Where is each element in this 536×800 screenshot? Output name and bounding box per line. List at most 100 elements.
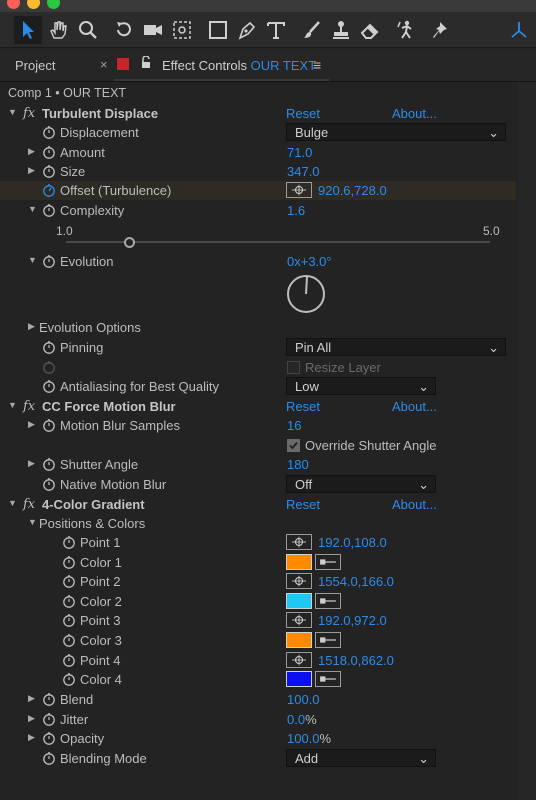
blend-value[interactable]: 100.0 xyxy=(287,692,320,707)
expand-triangle-icon[interactable]: ▶ xyxy=(28,419,35,430)
stopwatch-icon[interactable] xyxy=(42,145,56,159)
expand-triangle-icon[interactable]: ▶ xyxy=(28,146,35,157)
samples-value[interactable]: 16 xyxy=(287,418,301,433)
jitter-value[interactable]: 0.0% xyxy=(287,712,317,727)
expand-triangle-icon[interactable]: ▶ xyxy=(28,693,35,704)
reset-link[interactable]: Reset xyxy=(286,106,320,121)
roto-brush-tool-icon[interactable] xyxy=(392,16,420,44)
zoom-window-button[interactable] xyxy=(47,0,60,9)
offset-value[interactable]: 920.6,728.0 xyxy=(318,183,387,198)
about-link[interactable]: About... xyxy=(392,106,437,121)
stopwatch-icon[interactable] xyxy=(42,477,56,491)
stopwatch-icon[interactable] xyxy=(42,379,56,393)
puppet-pin-tool-icon[interactable] xyxy=(426,16,454,44)
stopwatch-icon[interactable] xyxy=(42,751,56,765)
fx-toggle-icon[interactable]: fx xyxy=(23,497,35,512)
about-link[interactable]: About... xyxy=(392,399,437,414)
tab-project[interactable]: Project xyxy=(15,58,55,73)
eyedropper-icon[interactable] xyxy=(315,632,341,648)
expand-triangle-icon[interactable]: ▶ xyxy=(28,732,35,743)
stopwatch-icon[interactable] xyxy=(62,594,76,608)
stopwatch-icon[interactable] xyxy=(42,712,56,726)
stopwatch-icon[interactable] xyxy=(42,164,56,178)
lock-icon[interactable] xyxy=(141,55,151,72)
stopwatch-icon[interactable] xyxy=(42,203,56,217)
stopwatch-icon[interactable] xyxy=(62,633,76,647)
color-swatch[interactable] xyxy=(286,671,312,687)
size-value[interactable]: 347.0 xyxy=(287,164,320,179)
stopwatch-icon[interactable] xyxy=(62,555,76,569)
close-tab-icon[interactable]: × xyxy=(100,57,108,72)
zoom-tool-icon[interactable] xyxy=(74,16,102,44)
eraser-tool-icon[interactable] xyxy=(356,16,384,44)
stopwatch-icon[interactable] xyxy=(62,672,76,686)
stopwatch-icon[interactable] xyxy=(42,254,56,268)
stopwatch-icon[interactable] xyxy=(42,731,56,745)
effect-4-color-gradient[interactable]: ▼ fx 4-Color Gradient Reset About... xyxy=(0,495,516,514)
stopwatch-icon[interactable] xyxy=(62,535,76,549)
antialiasing-dropdown[interactable]: Low ⌄ xyxy=(286,377,436,395)
color-swatch[interactable] xyxy=(286,554,312,570)
stopwatch-icon[interactable] xyxy=(42,125,56,139)
color-swatch[interactable] xyxy=(286,632,312,648)
stopwatch-icon[interactable] xyxy=(42,418,56,432)
fx-toggle-icon[interactable]: fx xyxy=(23,106,35,121)
workspace-icon[interactable] xyxy=(505,16,533,44)
point-crosshair-icon[interactable] xyxy=(286,612,312,628)
override-shutter-checkbox[interactable] xyxy=(287,439,300,452)
pen-tool-icon[interactable] xyxy=(233,16,261,44)
reset-link[interactable]: Reset xyxy=(286,399,320,414)
complexity-value[interactable]: 1.6 xyxy=(287,203,305,218)
point-value[interactable]: 1554.0,166.0 xyxy=(318,574,394,589)
tab-effect-controls[interactable]: Effect Controls OUR TEXT xyxy=(162,58,316,73)
fx-toggle-icon[interactable]: fx xyxy=(23,399,35,414)
stopwatch-icon[interactable] xyxy=(42,692,56,706)
clone-stamp-tool-icon[interactable] xyxy=(327,16,355,44)
stopwatch-icon[interactable] xyxy=(62,574,76,588)
collapse-triangle-icon[interactable]: ▼ xyxy=(8,400,17,410)
collapse-triangle-icon[interactable]: ▼ xyxy=(8,498,17,508)
amount-value[interactable]: 71.0 xyxy=(287,145,312,160)
displacement-dropdown[interactable]: Bulge ⌄ xyxy=(286,123,506,141)
eyedropper-icon[interactable] xyxy=(315,554,341,570)
point-crosshair-icon[interactable] xyxy=(286,534,312,550)
type-tool-icon[interactable] xyxy=(262,16,290,44)
stopwatch-icon[interactable] xyxy=(62,613,76,627)
evolution-value[interactable]: 0x+3.0° xyxy=(287,254,332,269)
eyedropper-icon[interactable] xyxy=(315,593,341,609)
collapse-triangle-icon[interactable]: ▼ xyxy=(28,517,37,527)
point-crosshair-icon[interactable] xyxy=(286,573,312,589)
minimize-window-button[interactable] xyxy=(27,0,40,9)
complexity-slider-knob[interactable] xyxy=(124,237,136,248)
opacity-value[interactable]: 100.0% xyxy=(287,731,331,746)
camera-tool-icon[interactable] xyxy=(139,16,167,44)
about-link[interactable]: About... xyxy=(392,497,437,512)
stopwatch-icon[interactable] xyxy=(42,457,56,471)
resize-layer-checkbox[interactable] xyxy=(287,361,300,374)
shutter-value[interactable]: 180 xyxy=(287,457,309,472)
close-window-button[interactable] xyxy=(7,0,20,9)
reset-link[interactable]: Reset xyxy=(286,497,320,512)
point-crosshair-icon[interactable] xyxy=(286,182,312,198)
point-value[interactable]: 1518.0,862.0 xyxy=(318,653,394,668)
brush-tool-icon[interactable] xyxy=(298,16,326,44)
color-swatch[interactable] xyxy=(286,593,312,609)
evolution-angle-dial[interactable] xyxy=(286,274,326,314)
blending-mode-dropdown[interactable]: Add ⌄ xyxy=(286,749,436,767)
expand-triangle-icon[interactable]: ▶ xyxy=(28,713,35,724)
collapse-triangle-icon[interactable]: ▼ xyxy=(8,107,17,117)
point-crosshair-icon[interactable] xyxy=(286,652,312,668)
expand-triangle-icon[interactable]: ▶ xyxy=(28,165,35,176)
stopwatch-icon[interactable] xyxy=(42,340,56,354)
selection-tool-icon[interactable] xyxy=(14,16,42,44)
expand-triangle-icon[interactable]: ▶ xyxy=(28,321,35,332)
point-value[interactable]: 192.0,972.0 xyxy=(318,613,387,628)
stopwatch-active-icon[interactable] xyxy=(42,183,56,197)
rectangle-tool-icon[interactable] xyxy=(204,16,232,44)
pinning-dropdown[interactable]: Pin All ⌄ xyxy=(286,338,506,356)
collapse-triangle-icon[interactable]: ▼ xyxy=(28,204,37,214)
point-value[interactable]: 192.0,108.0 xyxy=(318,535,387,550)
expand-triangle-icon[interactable]: ▶ xyxy=(28,458,35,469)
native-motion-blur-dropdown[interactable]: Off ⌄ xyxy=(286,475,436,493)
stopwatch-icon[interactable] xyxy=(62,653,76,667)
